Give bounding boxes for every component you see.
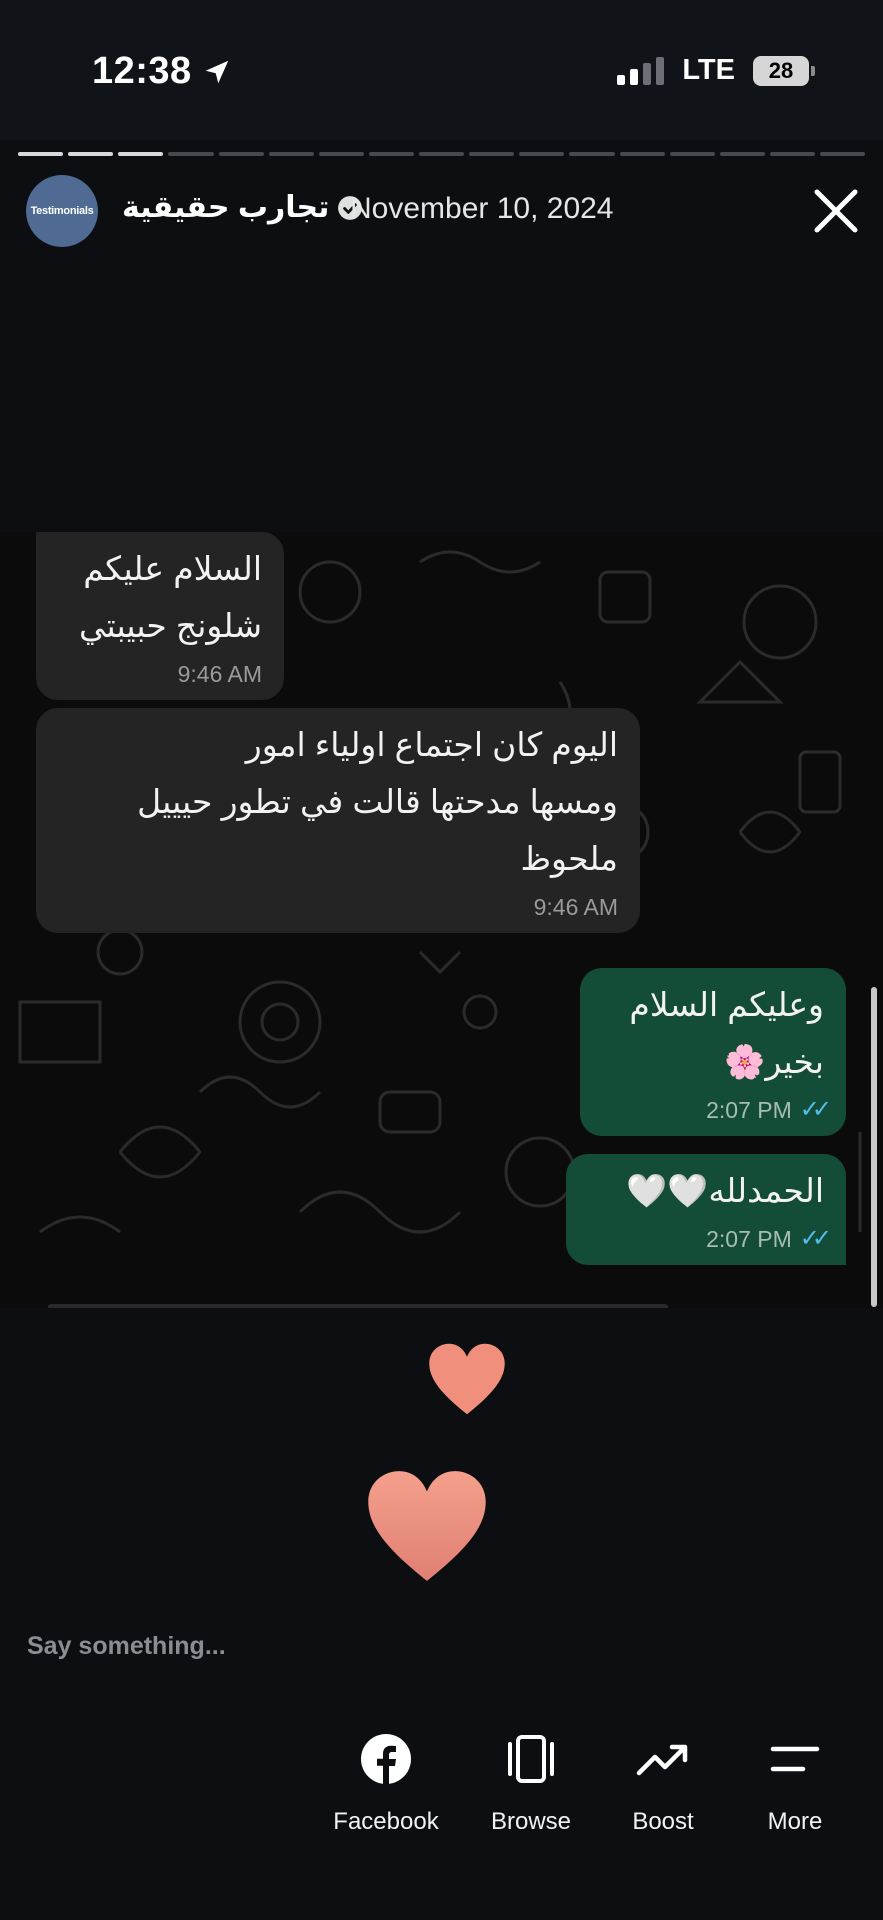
clock-text: 12:38: [92, 50, 192, 92]
incoming-message-bubble: اليوم كان اجتماع اولياء امور ومسها مدحتها…: [36, 708, 640, 933]
outgoing-message-bubble: الحمدلله🤍🤍 2:07 PM ✓✓: [566, 1154, 846, 1265]
story-viewer: 12:38 LTE 28 Testimonials تجارب حقيقية N…: [0, 0, 883, 1920]
browse-icon: [502, 1730, 560, 1788]
message-timestamp: 9:46 AM: [58, 654, 262, 700]
story-progress-segment: [68, 152, 114, 156]
chat-scrollbar: [871, 987, 877, 1307]
message-timestamp: 2:07 PM ✓✓: [602, 1090, 832, 1136]
story-action-bar: Facebook Browse Boost More: [0, 1730, 883, 1850]
message-time-text: 9:46 AM: [533, 894, 618, 920]
message-time-text: 9:46 AM: [177, 661, 262, 687]
close-button[interactable]: [809, 184, 863, 238]
facebook-label: Facebook: [333, 1808, 439, 1835]
small-heart-sticker: [429, 1343, 505, 1415]
post-date: November 10, 2024: [350, 192, 614, 225]
message-text-line: بخير🌸: [724, 1043, 824, 1080]
large-heart-sticker: [368, 1471, 486, 1581]
status-time: 12:38: [92, 50, 232, 93]
page-avatar[interactable]: Testimonials: [26, 175, 98, 247]
story-progress-segment: [619, 152, 665, 156]
story-progress-segment: [268, 152, 314, 156]
boost-icon: [636, 1730, 690, 1788]
more-label: More: [767, 1808, 823, 1835]
story-progress-segment: [569, 152, 615, 156]
message-time-text: 2:07 PM: [706, 1097, 792, 1123]
story-progress-segment: [368, 152, 414, 156]
story-progress-segment: [469, 152, 515, 156]
outgoing-message-bubble: وعليكم السلام بخير🌸 2:07 PM ✓✓: [580, 968, 846, 1136]
message-text-line: وعليكم السلام: [629, 986, 824, 1023]
boost-label: Boost: [632, 1808, 694, 1835]
chat-screenshot: السلام عليكم شلونج حبيبتي 9:46 AM اليوم كان…: [0, 532, 883, 1308]
read-receipt-ticks-icon: ✓✓: [799, 1096, 832, 1123]
story-progress-segment: [118, 152, 164, 156]
message-text-line: ومسها مدحتها قالت في تطور حيييل: [137, 783, 618, 820]
story-progress-segment: [318, 152, 364, 156]
message-text-line: الحمدلله🤍🤍: [626, 1172, 824, 1209]
story-progress-segment: [669, 152, 715, 156]
browse-button[interactable]: Browse: [461, 1730, 601, 1836]
boost-button[interactable]: Boost: [593, 1730, 733, 1836]
story-progress-bar: [18, 152, 866, 156]
message-timestamp: 9:46 AM: [58, 887, 618, 933]
message-text-line: شلونج حبيبتي: [78, 607, 262, 644]
page-name[interactable]: تجارب حقيقية: [122, 190, 363, 225]
incoming-message-bubble: السلام عليكم شلونج حبيبتي 9:46 AM: [36, 532, 284, 700]
message-text-line: السلام عليكم: [83, 550, 262, 587]
chat-input-edge: [48, 1304, 668, 1308]
more-icon: [769, 1730, 821, 1788]
more-button[interactable]: More: [725, 1730, 865, 1836]
story-progress-segment: [18, 152, 64, 156]
cellular-signal-icon: [617, 56, 665, 85]
status-indicators: LTE 28: [617, 54, 815, 87]
story-progress-segment: [519, 152, 565, 156]
browse-label: Browse: [490, 1808, 572, 1835]
story-progress-segment: [168, 152, 214, 156]
message-timestamp: 2:07 PM ✓✓: [588, 1219, 832, 1265]
location-arrow-icon: [202, 57, 232, 87]
avatar-text: Testimonials: [30, 205, 94, 217]
message-text-line: ملحوظ: [520, 840, 618, 877]
story-progress-segment: [820, 152, 866, 156]
page-name-text: تجارب حقيقية: [122, 191, 330, 224]
message-time-text: 2:07 PM: [706, 1226, 792, 1252]
battery-level: 28: [768, 57, 794, 83]
facebook-icon: [360, 1730, 412, 1788]
battery-icon: 28: [753, 55, 815, 86]
story-progress-segment: [419, 152, 465, 156]
facebook-button[interactable]: Facebook: [316, 1730, 456, 1836]
status-bar: 12:38 LTE 28: [0, 0, 883, 140]
close-icon: [814, 189, 858, 233]
story-progress-segment: [719, 152, 765, 156]
message-text-line: اليوم كان اجتماع اولياء امور: [245, 726, 618, 763]
story-progress-segment: [769, 152, 815, 156]
story-progress-segment: [218, 152, 264, 156]
story-header: Testimonials تجارب حقيقية November 10, 2…: [0, 172, 883, 252]
reply-input[interactable]: Say something...: [27, 1632, 226, 1661]
network-type: LTE: [682, 54, 735, 86]
read-receipt-ticks-icon: ✓✓: [799, 1225, 832, 1252]
